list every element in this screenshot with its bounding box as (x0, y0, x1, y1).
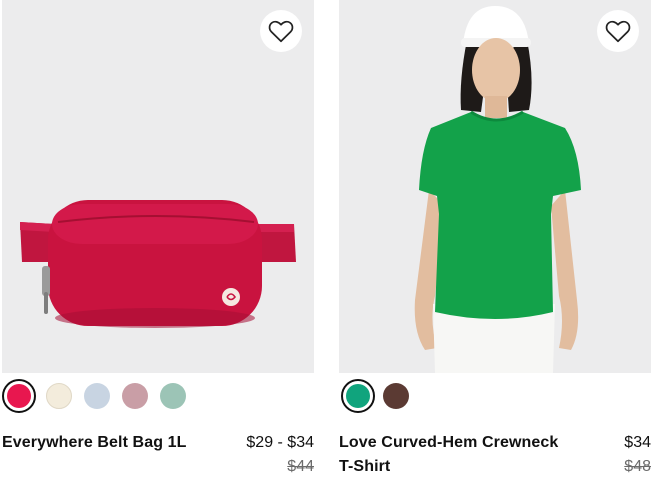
heart-outline-icon (268, 20, 294, 43)
product-price: $34 (624, 434, 651, 451)
heart-outline-icon (605, 20, 631, 43)
product-card[interactable]: Everywhere Belt Bag 1L $29 - $34 $44 (2, 0, 314, 475)
product-name[interactable]: Love Curved-Hem Crewneck T-Shirt (339, 431, 567, 479)
green-tshirt-model-photo (339, 0, 651, 373)
wishlist-button[interactable] (260, 10, 302, 52)
swatch-green[interactable] (341, 379, 375, 413)
original-price: $48 (624, 458, 651, 475)
swatch-brown[interactable] (383, 383, 409, 409)
original-price: $44 (287, 458, 314, 475)
product-price: $29 - $34 (246, 434, 314, 451)
product-name[interactable]: Everywhere Belt Bag 1L (2, 431, 230, 455)
swatch-cream[interactable] (46, 383, 72, 409)
product-image[interactable] (2, 0, 314, 373)
belt-bag-photo (2, 0, 314, 373)
swatch-mauve[interactable] (122, 383, 148, 409)
product-card[interactable]: Love Curved-Hem Crewneck T-Shirt $34 $48 (339, 0, 651, 475)
wishlist-button[interactable] (597, 10, 639, 52)
swatch-light-blue[interactable] (84, 383, 110, 409)
swatch-sage[interactable] (160, 383, 186, 409)
swatch-red[interactable] (2, 379, 36, 413)
product-image[interactable] (339, 0, 651, 373)
